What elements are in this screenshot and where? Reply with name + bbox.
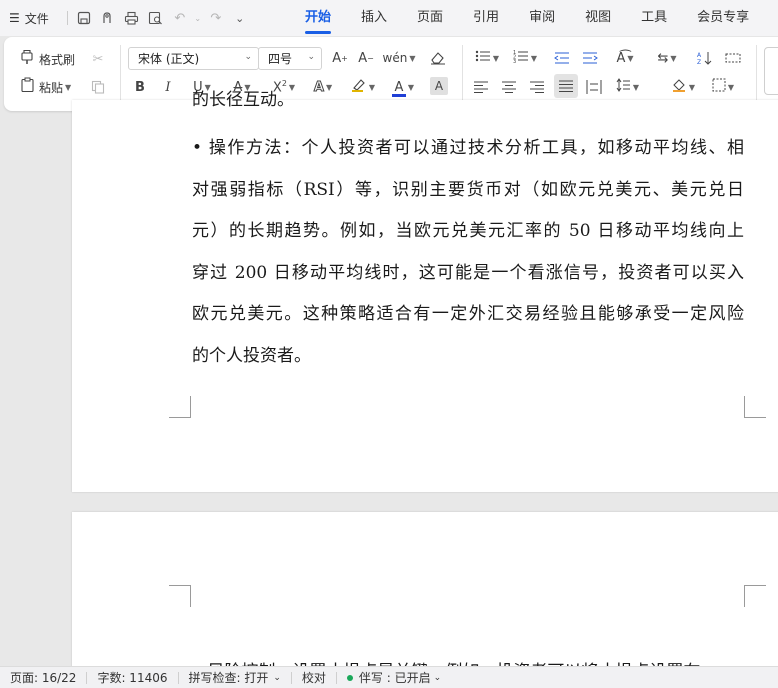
numbered-list-icon: 123	[513, 49, 529, 67]
swap-icon: ⇆	[657, 50, 669, 66]
margin-corner-mark	[169, 585, 191, 607]
undo-icon[interactable]: ↶	[168, 6, 192, 30]
sort-icon[interactable]: AZ	[694, 47, 716, 69]
document-page[interactable]: • 风险控制：设置止损点是关键。例如，投资者可以将止损点设置在	[72, 512, 778, 672]
menu-bar: ☰ 文件 ↶ ⌄ ↷ ⌄ 开始 插入 页面 引用 审阅 视图 工具 会员专享	[0, 0, 778, 36]
paragraph-line: 元）的长期趋势。例如，当欧元兑美元汇率的 50 日移动平均线向上	[192, 221, 744, 242]
divider	[756, 45, 757, 103]
chevron-down-icon: ▼	[492, 53, 500, 63]
paste-label: 粘贴	[39, 80, 64, 95]
status-bar: 页面: 16/22 字数: 11406 拼写检查: 打开 ⌄ 校对 伴写 : 已…	[0, 666, 778, 688]
text-direction-icon: A͡	[616, 50, 626, 66]
undo-dropdown-icon[interactable]: ⌄	[192, 6, 204, 30]
status-dot-icon	[346, 674, 353, 681]
italic-icon[interactable]: I	[160, 76, 176, 98]
svg-text:Z: Z	[697, 59, 701, 65]
bullet-list-icon	[475, 49, 491, 67]
more-chevron-icon[interactable]: ⌄	[228, 6, 252, 30]
margin-corner-mark	[744, 396, 766, 418]
format-painter-icon	[20, 49, 36, 69]
chevron-down-icon: ▼	[65, 82, 72, 92]
document-page[interactable]: 的长径互动。 • 操作方法：个人投资者可以通过技术分析工具，如移动平均线、相 对…	[72, 90, 778, 492]
ribbon-tabs: 开始 插入 页面 引用 审阅 视图 工具 会员专享	[290, 0, 764, 36]
divider	[66, 11, 68, 25]
text-direction-button[interactable]: A͡ ▼	[610, 47, 640, 69]
hamburger-icon: ☰	[9, 11, 20, 25]
styles-gallery[interactable]	[764, 47, 778, 95]
chevron-down-icon: ⌄	[433, 672, 442, 683]
quick-access-toolbar: ↶ ⌄ ↷ ⌄	[63, 6, 252, 30]
spell-check-label: 拼写检查: 打开	[188, 671, 269, 685]
clear-format-icon[interactable]	[428, 47, 448, 69]
paragraph-line: 的个人投资者。	[192, 345, 311, 366]
save-icon[interactable]	[72, 6, 96, 30]
companion-writing-toggle[interactable]: 伴写 : 已开启 ⌄	[337, 669, 451, 686]
font-name-select[interactable]: 宋体 (正文) ⌄	[128, 47, 259, 70]
numbered-list-button[interactable]: 123 ▼	[510, 47, 540, 69]
font-size-select[interactable]: 四号 ⌄	[258, 47, 322, 70]
partial-line: 的长径互动。	[192, 90, 294, 110]
proofread-button[interactable]: 校对	[292, 669, 336, 686]
format-painter-button[interactable]: 格式刷	[20, 48, 75, 70]
tab-reference[interactable]: 引用	[458, 0, 514, 36]
print-preview-icon[interactable]	[144, 6, 168, 30]
format-painter-label: 格式刷	[39, 52, 76, 67]
pinyin-guide-icon[interactable]: wén ▼	[383, 47, 416, 69]
paragraph-line: 欧元兑美元。这种策略适合有一定外汇交易经验且能够承受一定风险	[192, 304, 744, 325]
tab-member[interactable]: 会员专享	[682, 0, 764, 36]
print-icon[interactable]	[120, 6, 144, 30]
spell-check-toggle[interactable]: 拼写检查: 打开 ⌄	[179, 669, 291, 686]
chevron-down-icon: ▼	[670, 53, 677, 63]
divider	[120, 45, 121, 103]
chevron-down-icon: ▼	[530, 53, 538, 63]
document-paragraph: • 操作方法：个人投资者可以通过技术分析工具，如移动平均线、相 对强弱指标（RS…	[192, 128, 744, 378]
decrease-indent-icon[interactable]	[552, 47, 572, 69]
export-pdf-icon[interactable]	[96, 6, 120, 30]
file-menu[interactable]: ☰ 文件	[0, 10, 49, 27]
cut-icon[interactable]: ✂	[88, 48, 108, 70]
margin-corner-mark	[744, 585, 766, 607]
tab-review[interactable]: 审阅	[514, 0, 570, 36]
show-marks-icon[interactable]	[722, 47, 744, 69]
svg-text:3: 3	[513, 59, 516, 63]
increase-font-icon[interactable]: A +	[330, 47, 350, 69]
tab-page[interactable]: 页面	[402, 0, 458, 36]
word-count[interactable]: 字数: 11406	[87, 669, 177, 686]
chevron-down-icon: ⌄	[244, 52, 252, 62]
chevron-down-icon: ⌄	[273, 672, 281, 683]
font-name-value: 宋体 (正文)	[138, 52, 200, 66]
swap-button[interactable]: ⇆ ▼	[652, 47, 682, 69]
paragraph-line: 穿过 200 日移动平均线时，这可能是一个看涨信号，投资者可以买入	[192, 262, 744, 283]
decrease-font-icon[interactable]: A −	[356, 47, 376, 69]
svg-text:A: A	[697, 52, 702, 59]
file-menu-label: 文件	[24, 11, 49, 26]
bold-icon[interactable]: B	[132, 76, 148, 98]
tab-home[interactable]: 开始	[290, 0, 346, 36]
copy-icon[interactable]	[88, 76, 108, 98]
bullet-list-button[interactable]: ▼	[472, 47, 502, 69]
chevron-down-icon: ▼	[627, 53, 634, 63]
tab-insert[interactable]: 插入	[346, 0, 402, 36]
redo-icon[interactable]: ↷	[204, 6, 228, 30]
paragraph-line: 对强弱指标（RSI）等，识别主要货币对（如欧元兑美元、美元兑日	[192, 179, 744, 200]
chevron-down-icon: ⌄	[307, 52, 315, 62]
paste-button[interactable]: 粘贴 ▼	[20, 76, 71, 98]
paste-icon	[20, 77, 36, 97]
page-indicator[interactable]: 页面: 16/22	[0, 669, 86, 686]
tab-tools[interactable]: 工具	[626, 0, 682, 36]
font-size-value: 四号	[268, 52, 293, 66]
increase-indent-icon[interactable]	[580, 47, 600, 69]
tab-view[interactable]: 视图	[570, 0, 626, 36]
paragraph-line: • 操作方法：个人投资者可以通过技术分析工具，如移动平均线、相	[192, 138, 744, 158]
companion-writing-label: 伴写 : 已开启	[358, 671, 431, 685]
margin-corner-mark	[169, 396, 191, 418]
